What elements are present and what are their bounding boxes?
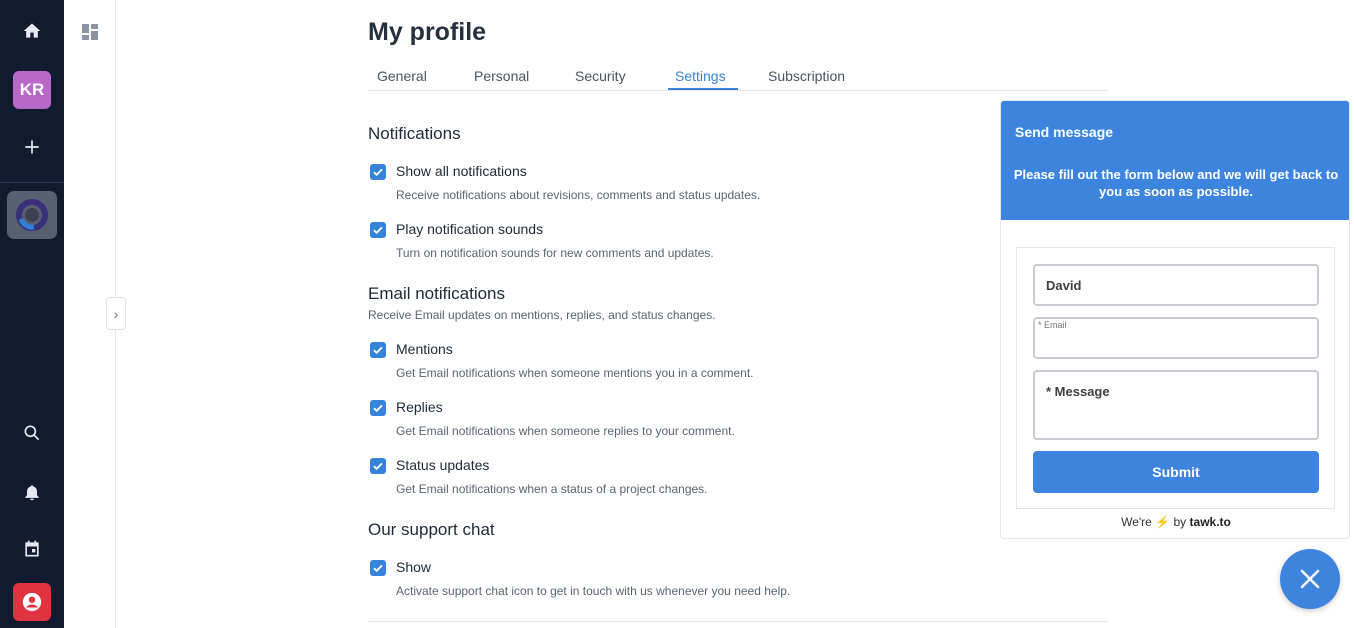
tab-personal[interactable]: Personal <box>474 68 529 84</box>
checkbox-show-all-notifications[interactable] <box>370 164 386 180</box>
powered-brand: tawk.to <box>1189 515 1231 529</box>
chat-title: Send message <box>1015 124 1114 140</box>
name-value: David <box>1046 278 1082 293</box>
chat-subtitle: Please fill out the form below and we wi… <box>1013 167 1339 199</box>
option-label: Show all notifications <box>396 163 527 179</box>
email-placeholder: * Email <box>1038 320 1067 330</box>
section-title-notifications: Notifications <box>368 124 461 143</box>
close-chat-button[interactable] <box>1280 549 1340 609</box>
chat-form: David * Email * Message Submit <box>1016 247 1335 509</box>
chevron-right-icon[interactable]: › <box>106 297 126 330</box>
option-label: Replies <box>396 399 443 415</box>
option-description: Get Email notifications when a status of… <box>396 482 708 496</box>
checkbox-mentions[interactable] <box>370 342 386 358</box>
user-circle-icon[interactable] <box>13 583 51 621</box>
option-description: Turn on notification sounds for new comm… <box>396 246 714 260</box>
checkbox-status-updates[interactable] <box>370 458 386 474</box>
dashboard-icon[interactable] <box>80 22 100 42</box>
tab-subscription[interactable]: Subscription <box>768 68 845 84</box>
checkbox-replies[interactable] <box>370 400 386 416</box>
lightning-icon: ⚡ <box>1155 515 1171 529</box>
option-description: Receive notifications about revisions, c… <box>396 188 761 202</box>
home-icon[interactable] <box>12 11 52 51</box>
tab-security[interactable]: Security <box>575 68 626 84</box>
name-field[interactable]: David <box>1033 264 1319 306</box>
calendar-icon[interactable] <box>12 529 52 569</box>
tab-settings[interactable]: Settings <box>675 68 726 84</box>
page-title: My profile <box>368 18 487 46</box>
message-placeholder: * Message <box>1046 384 1110 399</box>
option-description: Get Email notifications when someone rep… <box>396 424 735 438</box>
checkbox-play-notification-sounds[interactable] <box>370 222 386 238</box>
plus-icon[interactable] <box>12 127 52 167</box>
support-chat-widget: Send message Please fill out the form be… <box>1000 100 1350 539</box>
close-icon <box>1300 569 1320 589</box>
option-label: Play notification sounds <box>396 221 544 237</box>
section-title-support-chat: Our support chat <box>368 520 495 539</box>
tab-general[interactable]: General <box>377 68 427 84</box>
option-label: Mentions <box>396 341 453 357</box>
section-title-email-notifications: Email notifications <box>368 284 506 303</box>
email-field[interactable]: * Email <box>1033 317 1319 359</box>
search-icon[interactable] <box>12 413 52 453</box>
option-description: Get Email notifications when someone men… <box>396 366 754 380</box>
avatar[interactable]: KR <box>13 71 51 109</box>
option-label: Status updates <box>396 457 490 473</box>
powered-prefix: We're <box>1121 515 1152 529</box>
active-tab-indicator <box>668 88 738 90</box>
profile-tabs: General Personal Security Settings Subsc… <box>368 60 1108 91</box>
rail-divider <box>0 182 64 183</box>
powered-by[interactable]: We're ⚡ by tawk.to <box>1001 515 1349 529</box>
divider <box>368 621 1108 622</box>
option-description: Activate support chat icon to get in tou… <box>396 584 791 598</box>
left-rail: KR <box>0 0 64 628</box>
message-field[interactable]: * Message <box>1033 370 1319 440</box>
powered-by-word: by <box>1173 515 1187 529</box>
bell-icon[interactable] <box>12 472 52 512</box>
chat-header: Send message Please fill out the form be… <box>1001 101 1349 220</box>
section-description: Receive Email updates on mentions, repli… <box>368 308 716 322</box>
checkbox-show-support-chat[interactable] <box>370 560 386 576</box>
submit-button[interactable]: Submit <box>1033 451 1319 493</box>
option-label: Show <box>396 559 432 575</box>
workspace-icon[interactable] <box>7 191 57 239</box>
